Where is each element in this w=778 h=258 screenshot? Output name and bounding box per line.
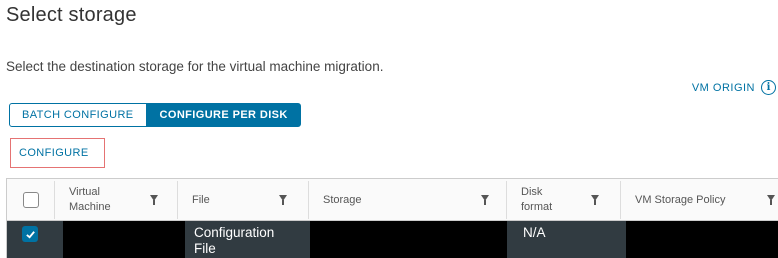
filter-icon[interactable] bbox=[591, 195, 599, 205]
info-icon[interactable]: i bbox=[761, 80, 776, 95]
vm-origin-label: VM ORIGIN bbox=[691, 81, 755, 94]
filter-icon[interactable] bbox=[481, 195, 489, 205]
cell-file: Configuration File bbox=[185, 221, 310, 258]
filter-icon[interactable] bbox=[279, 195, 287, 205]
storage-datagrid: Virtual Machine File Storage Disk format… bbox=[6, 178, 778, 258]
cell-file-text: Configuration File bbox=[194, 225, 275, 256]
column-disk-format[interactable]: Disk format bbox=[507, 179, 621, 221]
row-select-cell bbox=[7, 221, 55, 258]
page-description: Select the destination storage for the v… bbox=[6, 59, 384, 74]
select-all-checkbox[interactable] bbox=[23, 192, 39, 208]
configure-per-disk-button[interactable]: CONFIGURE PER DISK bbox=[146, 103, 301, 127]
cell-virtual-machine bbox=[63, 221, 185, 258]
column-file[interactable]: File bbox=[178, 179, 309, 221]
column-vm-storage-policy[interactable]: VM Storage Policy bbox=[621, 179, 778, 221]
column-label: Storage bbox=[323, 194, 362, 206]
filter-icon[interactable] bbox=[150, 195, 158, 205]
cell-disk-format-text: N/A bbox=[523, 225, 546, 240]
cell-vm-storage-policy bbox=[626, 221, 778, 258]
batch-configure-button[interactable]: BATCH CONFIGURE bbox=[9, 103, 147, 127]
cell-storage bbox=[310, 221, 507, 258]
column-virtual-machine[interactable]: Virtual Machine bbox=[55, 179, 178, 221]
column-label: Virtual Machine bbox=[69, 186, 111, 213]
select-all-cell bbox=[7, 179, 55, 221]
column-storage[interactable]: Storage bbox=[309, 179, 507, 221]
configure-mode-toggle: BATCH CONFIGURE CONFIGURE PER DISK bbox=[9, 103, 301, 127]
vm-origin-link[interactable]: VM ORIGIN i bbox=[692, 80, 776, 95]
table-row[interactable]: Configuration File N/A bbox=[7, 221, 778, 258]
filter-icon[interactable] bbox=[767, 195, 775, 205]
column-label: File bbox=[192, 194, 210, 206]
cell-disk-format: N/A bbox=[507, 221, 626, 258]
row-checkbox[interactable] bbox=[22, 226, 38, 242]
checkmark-icon bbox=[25, 230, 35, 239]
column-label: VM Storage Policy bbox=[635, 194, 726, 206]
column-label: Disk format bbox=[521, 186, 553, 213]
row-divider bbox=[55, 221, 63, 258]
configure-button[interactable]: CONFIGURE bbox=[10, 138, 105, 168]
page-title: Select storage bbox=[6, 4, 137, 26]
datagrid-header: Virtual Machine File Storage Disk format… bbox=[7, 179, 778, 221]
